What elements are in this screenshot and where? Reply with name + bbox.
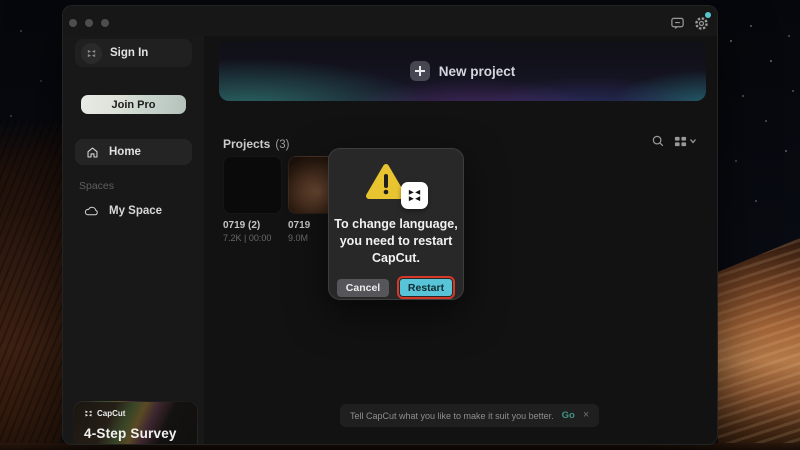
chevron-down-icon — [690, 139, 696, 144]
dialog-message: To change language, you need to restart … — [334, 216, 457, 267]
projects-actions — [651, 134, 697, 148]
survey-subtitle: Help us to know you better — [84, 444, 185, 445]
minimize-button[interactable] — [85, 19, 93, 27]
sidebar-item-home[interactable]: Home — [75, 139, 192, 165]
capcut-logo-icon — [87, 49, 96, 57]
home-label: Home — [109, 146, 141, 158]
dialog-message-line1: To change language, — [334, 217, 458, 231]
cancel-button[interactable]: Cancel — [337, 278, 389, 297]
desktop: { "window": { "traffic_lights": ["close"… — [0, 0, 800, 450]
sidebar: Sign In Join Pro Home Spaces My Space Ca… — [63, 36, 204, 445]
toast-text: Tell CapCut what you like to make it sui… — [350, 410, 554, 421]
project-meta: 7.2K | 00:00 — [223, 233, 272, 243]
projects-count: (3) — [275, 139, 290, 151]
settings-icon[interactable] — [693, 12, 711, 31]
feedback-toast: Tell CapCut what you like to make it sui… — [340, 404, 600, 427]
restart-button[interactable]: Restart — [400, 279, 452, 296]
capcut-logo-icon — [401, 182, 428, 209]
project-thumbnail[interactable] — [223, 156, 282, 214]
survey-brand: CapCut — [84, 409, 125, 418]
project-name: 0719 (2) — [223, 220, 261, 231]
sign-in-label: Sign In — [110, 47, 149, 59]
survey-brand-label: CapCut — [97, 409, 126, 418]
survey-card[interactable]: CapCut 4-Step Survey Help us to know you… — [73, 401, 198, 445]
toast-go-link[interactable]: Go — [562, 410, 575, 421]
wallpaper-stars — [730, 40, 732, 42]
sidebar-item-my-space[interactable]: My Space — [75, 199, 192, 223]
projects-heading: Projects — [223, 137, 271, 151]
projects-header: Projects (3) — [223, 137, 289, 151]
grid-view-icon — [674, 136, 687, 146]
dialog-message-line2: you need to restart — [339, 234, 453, 248]
restart-dialog: To change language, you need to restart … — [328, 148, 464, 300]
cloud-icon — [84, 206, 98, 216]
maximize-button[interactable] — [101, 19, 109, 27]
view-layout-dropdown[interactable] — [674, 135, 697, 148]
close-button[interactable] — [69, 19, 77, 27]
dialog-buttons: Cancel Restart — [337, 276, 455, 299]
project-card[interactable]: 0719 (2) 7.2K | 00:00 — [223, 156, 283, 243]
dialog-icon — [364, 162, 428, 209]
settings-badge — [705, 12, 711, 18]
my-space-label: My Space — [109, 205, 163, 217]
avatar — [81, 42, 102, 64]
join-pro-button[interactable]: Join Pro — [81, 95, 186, 114]
titlebar — [63, 6, 717, 36]
new-project-button[interactable]: New project — [219, 41, 706, 101]
plus-icon — [409, 61, 430, 81]
search-icon[interactable] — [651, 134, 665, 148]
toast-close-icon[interactable]: × — [583, 410, 589, 421]
survey-title: 4-Step Survey — [84, 426, 177, 441]
titlebar-actions — [669, 12, 711, 31]
wallpaper-rock-left — [0, 120, 62, 450]
restart-highlight-box: Restart — [397, 276, 455, 299]
dialog-message-line3: CapCut. — [372, 251, 420, 265]
traffic-lights — [69, 19, 109, 27]
spaces-section-label: Spaces — [79, 180, 115, 192]
home-icon — [87, 147, 98, 157]
sign-in-button[interactable]: Sign In — [75, 39, 192, 67]
feedback-icon[interactable] — [669, 15, 685, 31]
new-project-label: New project — [438, 63, 516, 79]
wallpaper-rock-right — [718, 238, 800, 450]
capcut-logo-icon — [85, 410, 92, 417]
